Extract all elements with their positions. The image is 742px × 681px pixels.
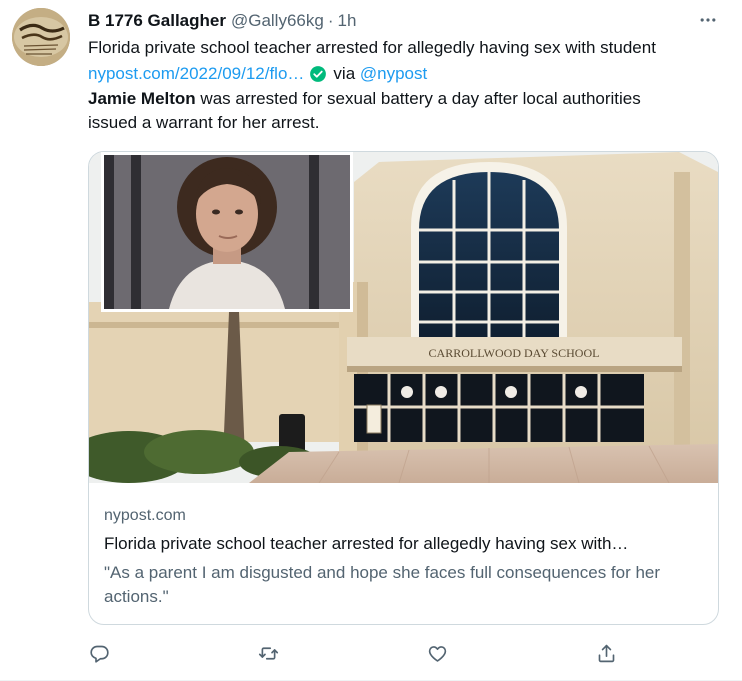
user-handle[interactable]: @Gally66kg <box>231 11 324 31</box>
timestamp[interactable]: 1h <box>338 11 357 31</box>
reply-icon <box>89 645 109 663</box>
card-title: Florida private school teacher arrested … <box>104 534 629 553</box>
school-photo: CARROLLWOOD DAY SCHOOL <box>89 152 718 483</box>
tweet-text-line: Florida private school teacher arrested … <box>88 38 656 57</box>
quote-line-2: issued a warrant for her arrest. <box>88 113 320 132</box>
card-image[interactable]: CARROLLWOOD DAY SCHOOL <box>89 152 718 483</box>
card-description: "As a parent I am disgusted and hope she… <box>104 563 661 606</box>
more-button[interactable] <box>695 9 721 31</box>
avatar[interactable] <box>12 8 70 66</box>
share-icon <box>598 644 614 662</box>
share-button[interactable] <box>593 640 619 666</box>
tweet-header: B 1776 Gallagher @Gally66kg · 1h <box>88 10 356 32</box>
via-text: via <box>333 64 356 83</box>
header-separator: · <box>327 11 334 30</box>
retweet-button[interactable] <box>255 640 281 666</box>
verified-badge-icon <box>310 66 327 82</box>
quote-line: Jamie Melton was arrested for sexual bat… <box>88 87 728 111</box>
tweet-actions <box>0 640 742 666</box>
school-sign-text: CARROLLWOOD DAY SCHOOL <box>429 346 600 360</box>
card-domain: nypost.com <box>104 507 186 524</box>
constitution-avatar-icon <box>12 8 70 66</box>
link-preview-card[interactable]: CARROLLWOOD DAY SCHOOL nypost.com Florid… <box>88 151 719 625</box>
like-button[interactable] <box>424 640 450 666</box>
reply-button[interactable] <box>86 640 112 666</box>
display-name[interactable]: B 1776 Gallagher <box>88 11 226 31</box>
retweet-icon <box>258 646 278 660</box>
article-link[interactable]: nypost.com/2022/09/12/flo… <box>88 62 304 86</box>
mention-link[interactable]: @nypost <box>360 62 427 86</box>
tweet-link-line: nypost.com/2022/09/12/flo… via @nypost <box>88 62 728 86</box>
quoted-person-name: Jamie Melton <box>88 89 196 108</box>
heart-icon <box>428 645 446 662</box>
more-icon <box>700 18 716 22</box>
quote-text: was arrested for sexual battery a day af… <box>195 89 641 108</box>
tweet[interactable]: B 1776 Gallagher @Gally66kg · 1h Florida… <box>0 0 742 681</box>
